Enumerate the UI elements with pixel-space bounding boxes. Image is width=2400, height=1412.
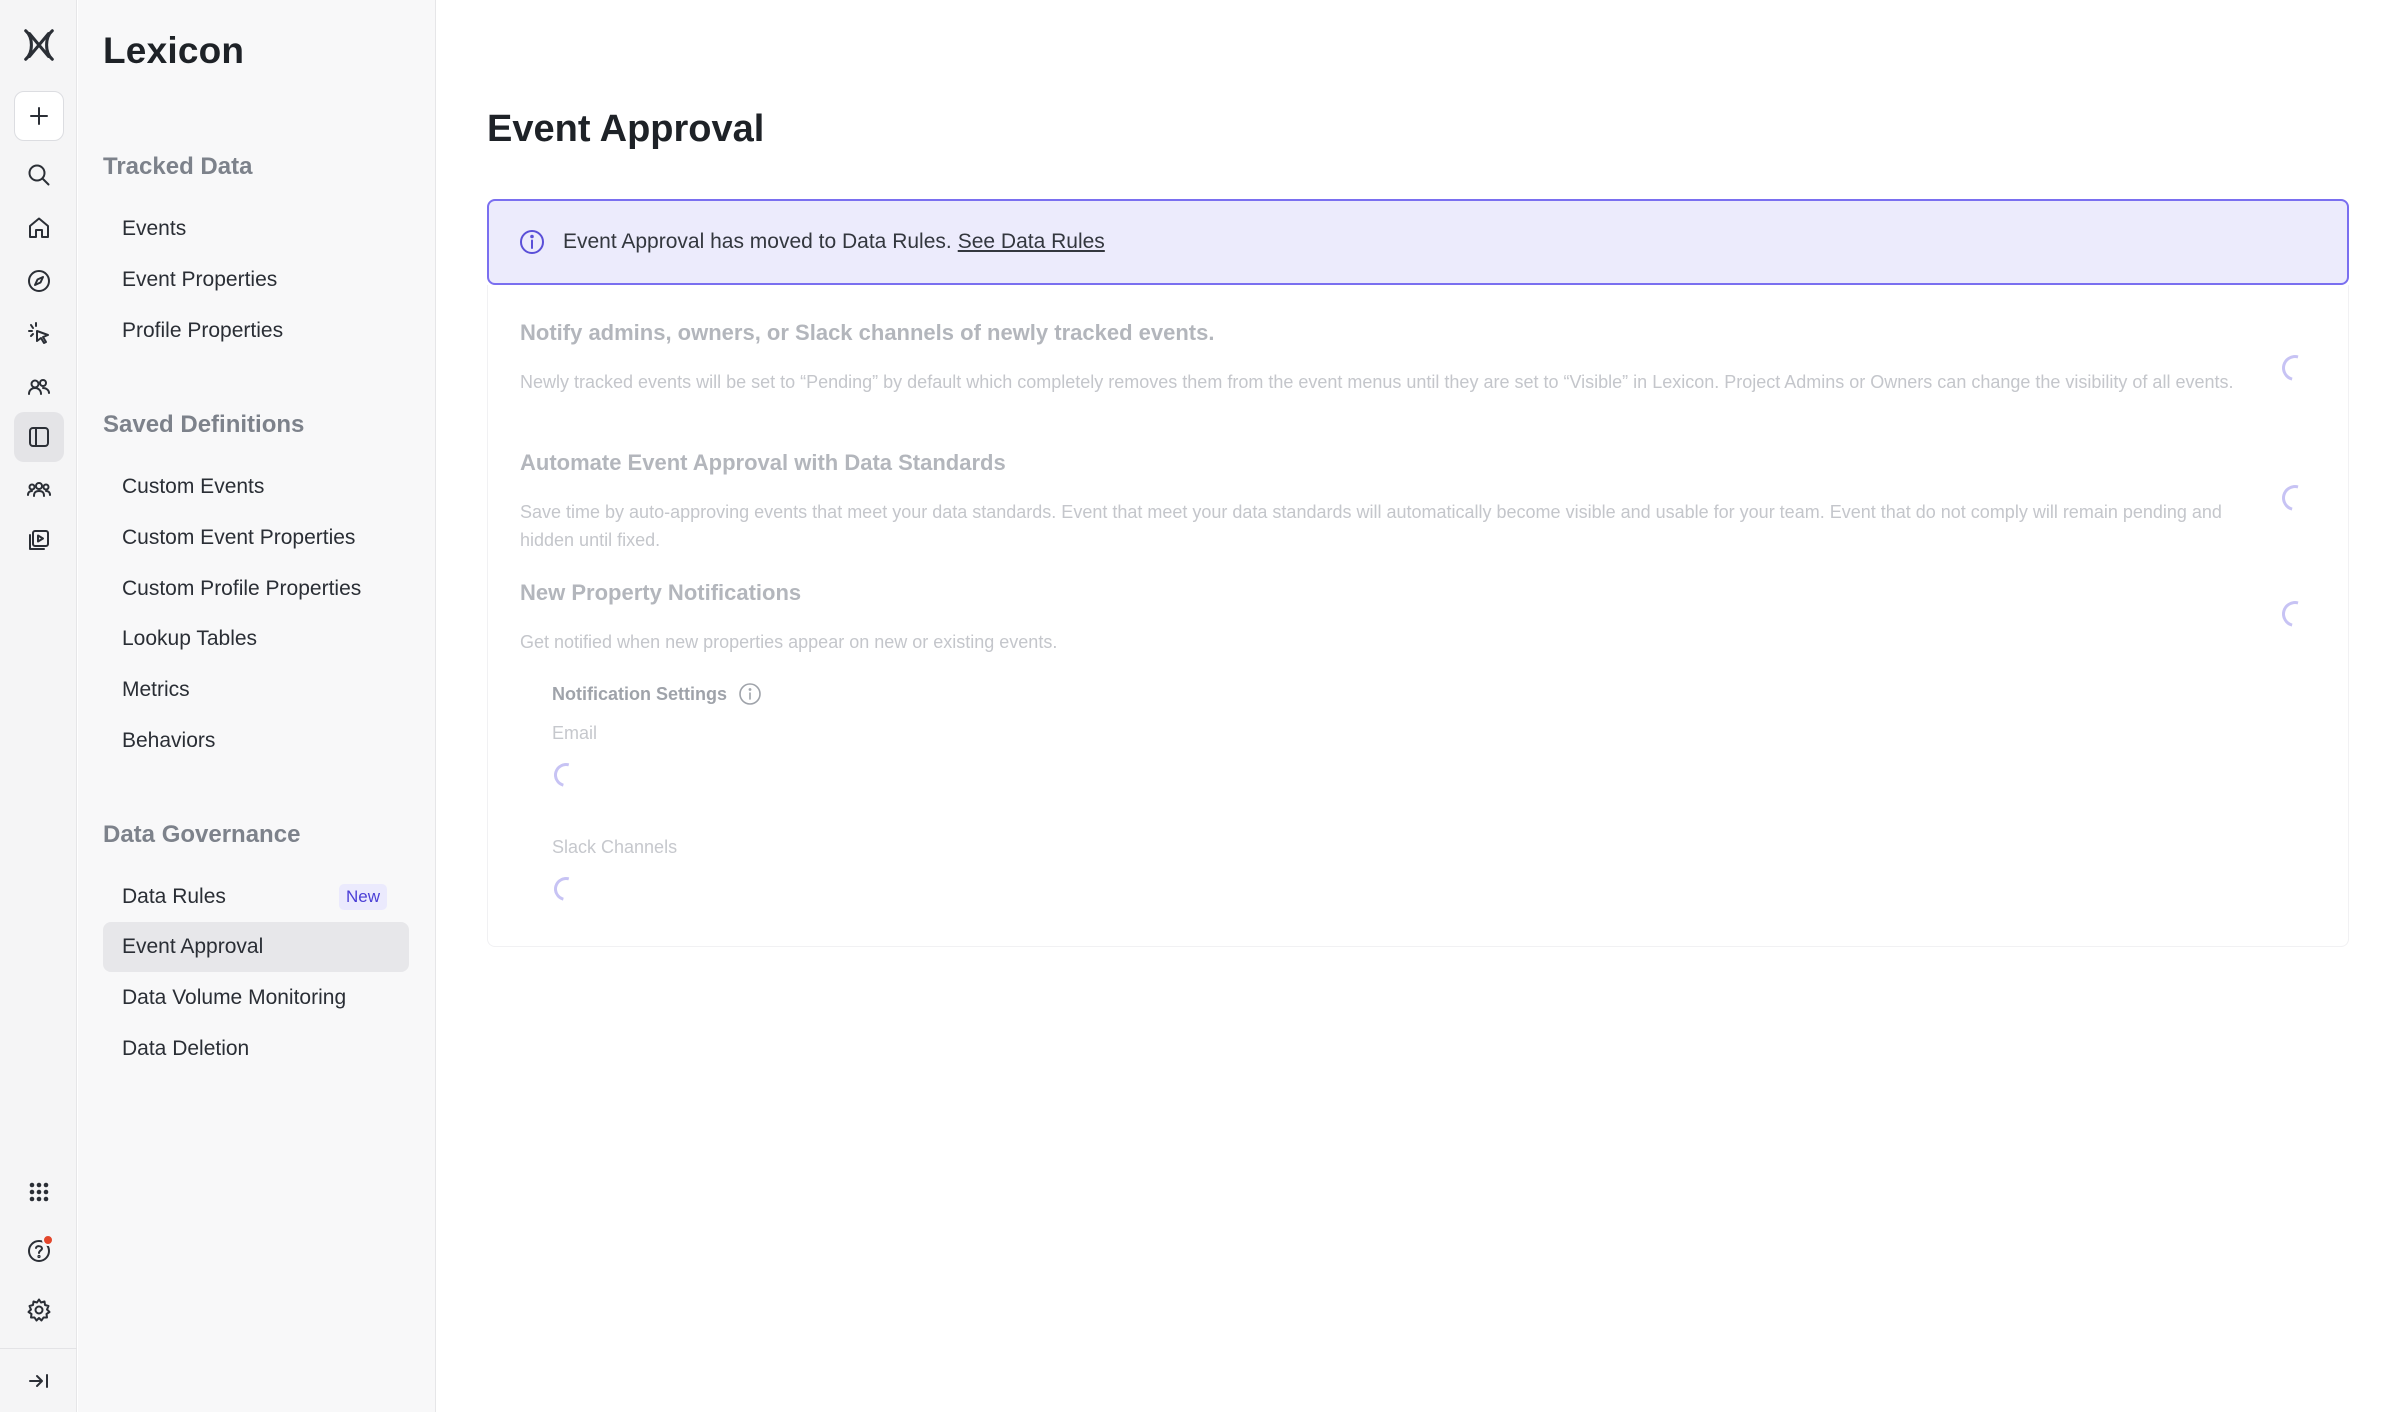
help-icon[interactable]: [14, 1226, 64, 1276]
search-icon[interactable]: [14, 150, 64, 200]
nav-item-behaviors[interactable]: Behaviors: [103, 716, 409, 766]
rail-divider: [0, 1348, 77, 1349]
nav-item-event-properties[interactable]: Event Properties: [103, 255, 409, 305]
video-library-icon[interactable]: [14, 515, 64, 565]
nav-item-label: Event Approval: [122, 935, 264, 958]
cursor-click-icon[interactable]: [14, 309, 64, 359]
settings-card: Notify admins, owners, or Slack channels…: [487, 285, 2349, 947]
nav-item-label: Custom Profile Properties: [122, 577, 362, 600]
loading-spinner: [2277, 596, 2313, 632]
notification-settings-text: Notification Settings: [552, 683, 727, 704]
info-banner: Event Approval has moved to Data Rules. …: [487, 199, 2349, 285]
section-saved-definitions: Saved Definitions: [103, 411, 305, 438]
setting-description: Save time by auto-approving events that …: [520, 502, 2222, 550]
new-badge: New: [338, 884, 387, 910]
slack-channels-label: Slack Channels: [552, 837, 678, 857]
nav-item-data-rules[interactable]: Data Rules New: [103, 872, 409, 922]
email-label: Email: [552, 723, 598, 743]
nav-item-label: Lookup Tables: [122, 627, 258, 650]
section-tracked-data: Tracked Data: [103, 153, 253, 180]
loading-spinner: [2277, 480, 2313, 516]
loading-spinner: [549, 758, 583, 792]
nav-item-label: Custom Events: [122, 475, 265, 498]
setting-title: Automate Event Approval with Data Standa…: [520, 450, 1006, 475]
setting-automate-approval: Automate Event Approval with Data Standa…: [520, 450, 2280, 554]
banner-text: Event Approval has moved to Data Rules.: [563, 230, 952, 253]
compass-icon[interactable]: [14, 256, 64, 306]
setting-new-property-notifications: New Property Notifications Get notified …: [520, 580, 2280, 656]
users-icon[interactable]: [14, 362, 64, 412]
nav-item-label: Event Properties: [122, 268, 278, 291]
icon-rail: [0, 0, 77, 1412]
section-data-governance: Data Governance: [103, 821, 301, 848]
info-icon[interactable]: [737, 681, 763, 707]
setting-title: New Property Notifications: [520, 580, 802, 605]
see-data-rules-link[interactable]: See Data Rules: [958, 230, 1105, 254]
nav-item-profile-properties[interactable]: Profile Properties: [103, 306, 409, 356]
loading-spinner: [549, 872, 583, 906]
lexicon-nav-panel: Lexicon Tracked Data Events Event Proper…: [78, 0, 436, 1412]
nav-item-label: Behaviors: [122, 729, 216, 752]
page-title: Event Approval: [487, 108, 765, 150]
nav-item-label: Metrics: [122, 678, 190, 701]
nav-item-custom-profile-properties[interactable]: Custom Profile Properties: [103, 564, 409, 614]
home-icon[interactable]: [14, 203, 64, 253]
nav-item-events[interactable]: Events: [103, 204, 409, 254]
nav-item-metrics[interactable]: Metrics: [103, 665, 409, 715]
main-content: Event Approval Event Approval has moved …: [437, 0, 2400, 1412]
plus-icon[interactable]: [14, 91, 64, 141]
nav-item-label: Data Deletion: [122, 1037, 250, 1060]
loading-spinner: [2277, 350, 2313, 386]
nav-item-label: Events: [122, 217, 187, 240]
info-icon: [517, 227, 547, 257]
nav-item-custom-event-properties[interactable]: Custom Event Properties: [103, 513, 409, 563]
collapse-arrow-icon[interactable]: [14, 1356, 64, 1406]
nav-item-label: Profile Properties: [122, 319, 284, 342]
nav-item-data-deletion[interactable]: Data Deletion: [103, 1024, 409, 1074]
nav-item-custom-events[interactable]: Custom Events: [103, 462, 409, 512]
nav-item-lookup-tables[interactable]: Lookup Tables: [103, 614, 409, 664]
nav-item-label: Custom Event Properties: [122, 526, 356, 549]
setting-notify-admins: Notify admins, owners, or Slack channels…: [520, 320, 2280, 396]
nav-item-event-approval[interactable]: Event Approval: [103, 922, 409, 972]
setting-description: Get notified when new properties appear …: [520, 632, 1058, 652]
group-icon[interactable]: [14, 465, 64, 515]
notification-settings-label: Notification Settings: [552, 681, 763, 707]
apps-grid-icon[interactable]: [14, 1167, 64, 1217]
app-title: Lexicon: [103, 30, 245, 71]
gear-icon[interactable]: [14, 1285, 64, 1335]
notification-dot: [42, 1234, 54, 1246]
nav-item-label: Data Rules: [122, 885, 226, 908]
nav-item-label: Data Volume Monitoring: [122, 986, 347, 1009]
setting-title: Notify admins, owners, or Slack channels…: [520, 320, 1215, 345]
nav-item-data-volume-monitoring[interactable]: Data Volume Monitoring: [103, 973, 409, 1023]
sidebar-panel-icon[interactable]: [14, 412, 64, 462]
setting-description: Newly tracked events will be set to “Pen…: [520, 372, 2234, 392]
mixpanel-logo-icon[interactable]: [14, 20, 64, 70]
